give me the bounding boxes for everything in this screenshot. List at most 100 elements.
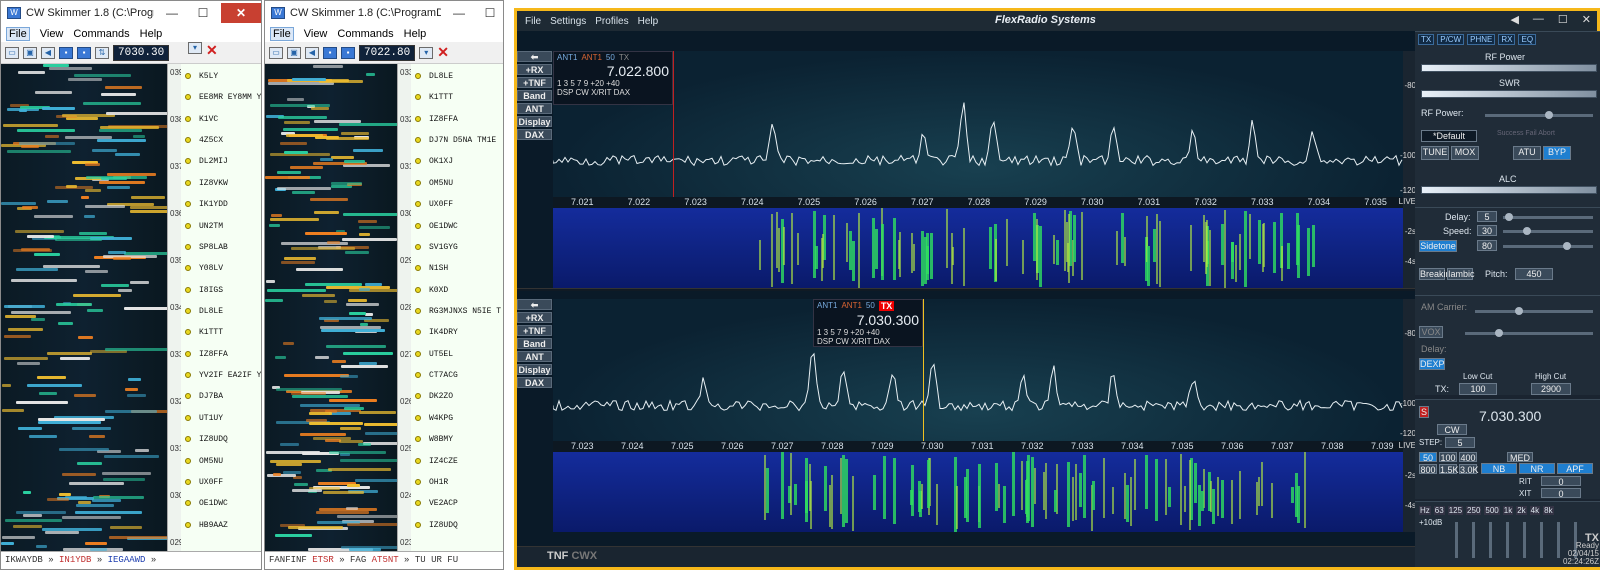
rit-value[interactable]: 0: [1541, 476, 1581, 487]
filter-button[interactable]: 800: [1419, 464, 1437, 475]
ant-button[interactable]: ANT: [517, 351, 552, 362]
eq-band-slider[interactable]: [1489, 522, 1492, 558]
callsign-label[interactable]: OH1R: [429, 478, 448, 487]
speaker-icon[interactable]: ◀: [41, 46, 55, 59]
dax-button[interactable]: DAX: [517, 377, 552, 388]
tx-icon[interactable]: ▪: [77, 46, 91, 59]
keyboard-icon[interactable]: ▭: [5, 46, 19, 59]
spot-dot[interactable]: [415, 180, 421, 186]
spot-dot[interactable]: [415, 308, 421, 314]
delay-slider[interactable]: [1503, 213, 1593, 221]
eq-band-slider[interactable]: [1557, 522, 1560, 558]
spot-dot[interactable]: [185, 116, 191, 122]
filter-button[interactable]: 400: [1459, 452, 1477, 463]
eq-band-slider[interactable]: [1472, 522, 1475, 558]
title-bar[interactable]: W CW Skimmer 1.8 (C:\ProgramData\W2RF\JQ…: [1, 1, 261, 25]
spot-dot[interactable]: [415, 201, 421, 207]
rx-icon[interactable]: ▪: [59, 46, 73, 59]
spot-dot[interactable]: [185, 415, 191, 421]
spot-dot[interactable]: [415, 265, 421, 271]
tab-phne[interactable]: PHNE: [1467, 34, 1496, 45]
callsign-label[interactable]: IK1YDD: [199, 200, 228, 209]
spot-dot[interactable]: [415, 116, 421, 122]
vfo-frequency[interactable]: 7.022.800: [554, 63, 672, 79]
ant-label[interactable]: ANT1: [581, 53, 601, 62]
callsign-label[interactable]: K1VC: [199, 115, 218, 124]
spot-dot[interactable]: [185, 372, 191, 378]
atu-button[interactable]: ATU: [1513, 146, 1541, 160]
mode-select[interactable]: CW: [1437, 424, 1467, 435]
menu-view[interactable]: View: [304, 28, 328, 40]
callsign-label[interactable]: DL2MIJ: [199, 157, 228, 166]
callsign-label[interactable]: OK1XJ: [429, 157, 453, 166]
vfo-flag-1[interactable]: ANT1 ANT1 50 TX 7.022.800 1 3 5 7 9 +20 +40…: [553, 51, 673, 105]
callsign-label[interactable]: K1TTT: [199, 328, 223, 337]
callsign-column-1[interactable]: K5LY EE8MR EY8MM Y K1VC 4Z5CX DL2MIJ IZ8VKW IK…: [181, 64, 261, 551]
callsign-label[interactable]: HB9AAZ: [199, 521, 228, 530]
xit-value[interactable]: 0: [1541, 488, 1581, 499]
sidetone-slider[interactable]: [1503, 242, 1593, 250]
maximize-icon[interactable]: ☐: [477, 3, 503, 23]
band-button[interactable]: Band: [517, 338, 552, 349]
eq-sliders[interactable]: [1455, 522, 1577, 558]
callsign-column-2[interactable]: DL8LE K1TTT IZ8FFA DJ7N D5NA TM1E OK1XJ OM5NU…: [411, 64, 503, 551]
vox-slider[interactable]: [1465, 329, 1593, 337]
spot-dot[interactable]: [185, 479, 191, 485]
spot-dot[interactable]: [415, 329, 421, 335]
tab-rx[interactable]: RX: [1498, 34, 1516, 45]
rf-power-slider[interactable]: [1485, 111, 1593, 119]
display-button[interactable]: Display: [517, 116, 552, 127]
callsign-label[interactable]: UT5EL: [429, 350, 453, 359]
spot-dot[interactable]: [415, 137, 421, 143]
eq-band-slider[interactable]: [1455, 522, 1458, 558]
callsign-label[interactable]: DL8LE: [429, 72, 453, 81]
tx-label[interactable]: TX: [619, 53, 629, 62]
menu-help[interactable]: Help: [404, 28, 427, 40]
agc-select[interactable]: MED: [1507, 452, 1533, 463]
spot-dot[interactable]: [415, 73, 421, 79]
callsign-label[interactable]: EE8MR EY8MM Y: [199, 93, 261, 102]
spot-dot[interactable]: [185, 158, 191, 164]
spot-dot[interactable]: [185, 308, 191, 314]
tnf-button[interactable]: TNF: [547, 550, 568, 562]
stop-icon[interactable]: ✕: [437, 44, 449, 61]
menu-profiles[interactable]: Profiles: [595, 16, 628, 27]
callsign-label[interactable]: SV1GYG: [429, 243, 458, 252]
callsign-label[interactable]: K0XD: [429, 286, 448, 295]
tab-eq[interactable]: EQ: [1518, 34, 1537, 45]
spot-dot[interactable]: [415, 158, 421, 164]
spot-dot[interactable]: [185, 223, 191, 229]
callsign-label[interactable]: IZ8UDQ: [429, 521, 458, 530]
slice-frequency[interactable]: 7.030.300: [1479, 408, 1541, 424]
nr-button[interactable]: NR: [1519, 463, 1555, 474]
spot-dot[interactable]: [415, 287, 421, 293]
minimize-icon[interactable]: —: [446, 3, 472, 23]
nb-button[interactable]: NB: [1481, 463, 1517, 474]
tx-slice-icon[interactable]: S: [1419, 406, 1429, 418]
vfo-frequency[interactable]: 7.030.300: [814, 312, 922, 328]
title-bar[interactable]: W CW Skimmer 1.8 (C:\ProgramData\W2RF\..…: [265, 1, 503, 25]
callsign-label[interactable]: DJ7N D5NA TM1E: [429, 136, 496, 145]
spot-dot[interactable]: [185, 393, 191, 399]
menu-file[interactable]: File: [270, 26, 294, 41]
freq-axis-2[interactable]: 7.023 7.024 7.025 7.026 7.027 7.028 7.029 7.030…: [553, 441, 1403, 452]
menu-file[interactable]: File: [525, 16, 541, 27]
menu-help[interactable]: Help: [638, 16, 659, 27]
frequency-display[interactable]: 7030.30: [113, 44, 170, 61]
speed-slider[interactable]: [1503, 227, 1593, 235]
band-button[interactable]: Band: [517, 90, 552, 101]
eq-band-slider[interactable]: [1540, 522, 1543, 558]
menu-help[interactable]: Help: [140, 28, 163, 40]
callsign-label[interactable]: UN2TM: [199, 222, 223, 231]
radio-icon[interactable]: ▣: [23, 46, 37, 59]
filter-button[interactable]: 50: [1419, 452, 1437, 463]
callsign-label[interactable]: DL8LE: [199, 307, 223, 316]
maximize-icon[interactable]: ☐: [190, 3, 216, 23]
tune-button[interactable]: TUNE: [1421, 146, 1449, 160]
tab-pcw[interactable]: P/CW: [1437, 34, 1465, 45]
eq-band-slider[interactable]: [1506, 522, 1509, 558]
spot-dot[interactable]: [185, 201, 191, 207]
spectrum-1[interactable]: [553, 51, 1403, 197]
callsign-label[interactable]: IZ4CZE: [429, 457, 458, 466]
frequency-display[interactable]: 7022.80: [359, 44, 416, 61]
